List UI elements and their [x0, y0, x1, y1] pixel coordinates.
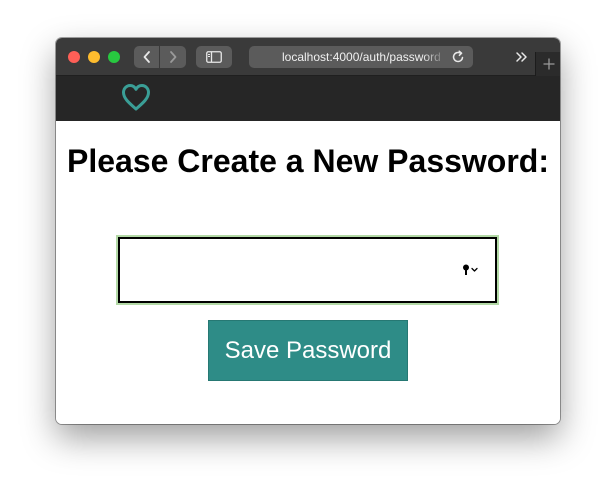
browser-toolbar: localhost:4000/auth/password	[56, 38, 560, 76]
password-autofill-button[interactable]	[460, 262, 482, 278]
address-url: localhost:4000/auth/password	[282, 50, 441, 64]
sidebar-icon	[206, 51, 222, 63]
heart-outline-icon[interactable]	[119, 80, 153, 114]
page-title: Please Create a New Password:	[66, 143, 549, 179]
history-nav-group	[134, 46, 186, 68]
chevron-left-icon	[143, 51, 150, 63]
chevron-right-icon	[169, 51, 176, 63]
new-password-input[interactable]	[126, 245, 450, 297]
sidebar-toggle-button[interactable]	[196, 46, 232, 68]
save-password-button[interactable]: Save Password	[208, 320, 408, 381]
new-password-field[interactable]	[118, 237, 497, 303]
new-tab-button[interactable]	[535, 52, 560, 76]
close-window-button[interactable]	[68, 51, 80, 63]
overflow-menu-button[interactable]	[512, 47, 532, 67]
browser-window: localhost:4000/auth/password Please Crea…	[56, 38, 560, 424]
double-chevron-right-icon	[516, 52, 527, 62]
reload-icon[interactable]	[450, 49, 466, 65]
app-navbar	[56, 76, 560, 121]
page-content: Please Create a New Password: Save Passw…	[56, 121, 560, 424]
key-icon	[463, 264, 478, 275]
minimize-window-button[interactable]	[88, 51, 100, 63]
plus-icon	[543, 58, 554, 70]
forward-button[interactable]	[160, 46, 185, 68]
address-bar[interactable]: localhost:4000/auth/password	[249, 46, 473, 68]
back-button[interactable]	[134, 46, 159, 68]
zoom-window-button[interactable]	[108, 51, 120, 63]
